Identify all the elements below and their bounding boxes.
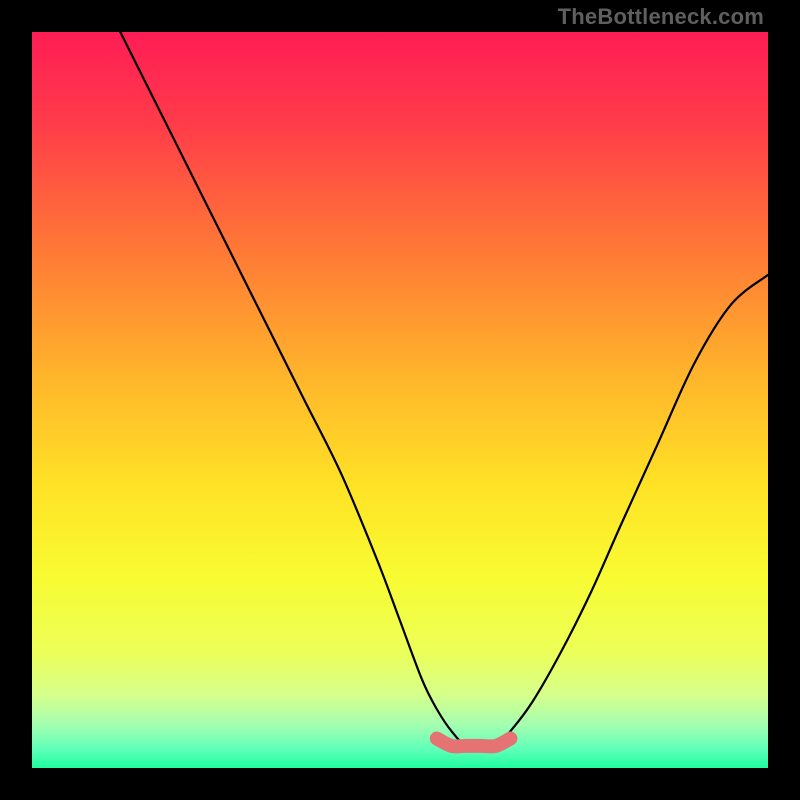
chart-frame: TheBottleneck.com xyxy=(0,0,800,800)
curve-layer xyxy=(32,32,768,768)
curve-line xyxy=(120,32,768,747)
plot-area xyxy=(32,32,768,768)
flat-segment-highlight xyxy=(437,739,511,747)
watermark-text: TheBottleneck.com xyxy=(558,4,764,30)
